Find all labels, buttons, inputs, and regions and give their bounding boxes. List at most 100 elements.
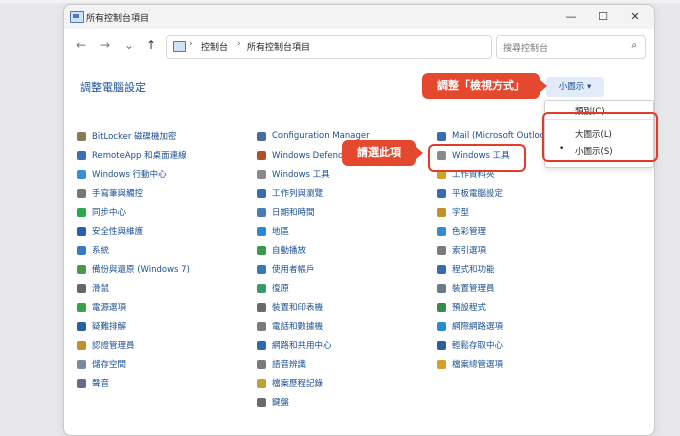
item-label: 預設程式: [452, 303, 487, 313]
item-label: RemoteApp 和桌面連線: [92, 151, 187, 161]
up-button[interactable]: ↑: [142, 35, 160, 55]
clock-icon: [257, 207, 266, 217]
item-label: 網際網路選項: [452, 322, 504, 332]
control-panel-item[interactable]: 程式和功能: [437, 262, 495, 276]
font-icon: [437, 207, 446, 217]
control-panel-item[interactable]: 日期和時間: [257, 205, 315, 219]
region-icon: [257, 226, 266, 236]
control-panel-item[interactable]: 鍵盤: [257, 395, 289, 409]
control-panel-item[interactable]: Mail (Microsoft Outlook): [437, 129, 553, 143]
back-button[interactable]: ←: [72, 35, 90, 55]
control-panel-item[interactable]: Windows 工具: [257, 167, 330, 181]
forward-button[interactable]: →: [96, 35, 114, 55]
control-panel-item[interactable]: 聲音: [77, 376, 109, 390]
control-panel-item[interactable]: 備份與還原 (Windows 7): [77, 262, 190, 276]
sync-icon: [77, 207, 86, 217]
control-panel-item[interactable]: 網路和共用中心: [257, 338, 332, 352]
phone-icon: [257, 321, 266, 331]
callout-view-mode: 調整「檢視方式」: [422, 73, 540, 99]
control-panel-item[interactable]: 檔案總管選項: [437, 357, 503, 371]
item-label: 疑難排解: [92, 322, 127, 332]
item-label: 自動播放: [272, 246, 307, 256]
breadcrumb-separator: ›: [237, 39, 241, 49]
control-panel-item[interactable]: 網際網路選項: [437, 319, 503, 333]
control-panel-item[interactable]: 電話和數據機: [257, 319, 323, 333]
control-panel-item[interactable]: 色彩管理: [437, 224, 486, 238]
minimize-button[interactable]: —: [554, 7, 588, 27]
network-icon: [257, 340, 266, 350]
item-label: 工作列與瀏覽: [272, 189, 324, 199]
control-panel-item[interactable]: 語音辨識: [257, 357, 306, 371]
page-title: 調整電腦設定: [80, 81, 146, 94]
firewall-icon: [257, 150, 266, 160]
search-icon: ⌕: [631, 40, 637, 51]
control-panel-item[interactable]: 輕鬆存取中心: [437, 338, 503, 352]
control-panel-item[interactable]: 地區: [257, 224, 289, 238]
breadcrumb-separator: ›: [189, 39, 193, 49]
explorer-icon: [437, 359, 446, 369]
item-label: 平板電腦設定: [452, 189, 504, 199]
mobility-icon: [77, 169, 86, 179]
control-panel-item[interactable]: 疑難排解: [77, 319, 126, 333]
access-icon: [437, 340, 446, 350]
item-label: 色彩管理: [452, 227, 487, 237]
highlight-icon-size-options: [542, 112, 658, 162]
background-window-edge: [0, 0, 680, 3]
index-icon: [437, 245, 446, 255]
control-panel-item[interactable]: 預設程式: [437, 300, 486, 314]
device-icon: [437, 283, 446, 293]
maximize-button[interactable]: ☐: [586, 7, 620, 27]
breadcrumb-all-items[interactable]: 所有控制台項目: [247, 40, 310, 53]
item-label: 復原: [272, 284, 290, 294]
control-panel-item[interactable]: 平板電腦設定: [437, 186, 503, 200]
item-label: 手寫筆與觸控: [92, 189, 144, 199]
breadcrumb-control-panel[interactable]: 控制台: [201, 40, 228, 53]
recent-locations-button[interactable]: ⌄: [120, 35, 138, 55]
control-panel-item[interactable]: 同步中心: [77, 205, 126, 219]
control-panel-item[interactable]: 儲存空間: [77, 357, 126, 371]
control-panel-item[interactable]: 手寫筆與觸控: [77, 186, 143, 200]
control-panel-item[interactable]: 系統: [77, 243, 109, 257]
power-icon: [77, 302, 86, 312]
item-label: 程式和功能: [452, 265, 495, 275]
window-title: 所有控制台項目: [86, 14, 150, 24]
control-panel-item[interactable]: 滑鼠: [77, 281, 109, 295]
flag-icon: [77, 226, 86, 236]
control-panel-item[interactable]: 電源選項: [77, 300, 126, 314]
title-bar: 所有控制台項目 — ☐ ✕: [64, 5, 654, 29]
control-panel-item[interactable]: 裝置管理員: [437, 281, 495, 295]
search-box[interactable]: 搜尋控制台 ⌕: [496, 35, 646, 59]
item-label: 滑鼠: [92, 284, 110, 294]
control-panel-item[interactable]: 工作列與瀏覽: [257, 186, 323, 200]
close-button[interactable]: ✕: [618, 7, 652, 27]
control-panel-item[interactable]: 安全性與維護: [77, 224, 143, 238]
control-panel-item[interactable]: 裝置和印表機: [257, 300, 323, 314]
programs-icon: [437, 264, 446, 274]
item-label: 語音辨識: [272, 360, 307, 370]
internet-icon: [437, 321, 446, 331]
control-panel-item[interactable]: 復原: [257, 281, 289, 295]
item-label: 電源選項: [92, 303, 127, 313]
item-label: 儲存空間: [92, 360, 127, 370]
control-panel-item[interactable]: 檔案歷程記錄: [257, 376, 323, 390]
printer-icon: [257, 302, 266, 312]
users-icon: [257, 264, 266, 274]
control-panel-item[interactable]: RemoteApp 和桌面連線: [77, 148, 187, 162]
control-panel-item[interactable]: 認證管理員: [77, 338, 135, 352]
autoplay-icon: [257, 245, 266, 255]
item-label: 裝置管理員: [452, 284, 495, 294]
remoteapp-icon: [77, 150, 86, 160]
item-label: 檔案總管選項: [452, 360, 504, 370]
control-panel-item[interactable]: 字型: [437, 205, 469, 219]
mail-icon: [437, 131, 446, 141]
control-panel-item[interactable]: 索引選項: [437, 243, 486, 257]
pen-icon: [77, 188, 86, 198]
address-bar[interactable]: › 控制台 › 所有控制台項目 ⌄ ↻: [166, 35, 584, 59]
control-panel-item[interactable]: BitLocker 磁碟機加密: [77, 129, 177, 143]
history-icon: [257, 378, 266, 388]
item-label: 索引選項: [452, 246, 487, 256]
control-panel-item[interactable]: 使用者帳戶: [257, 262, 315, 276]
view-by-button[interactable]: 小圖示 ▾: [546, 77, 604, 97]
control-panel-item[interactable]: Windows 行動中心: [77, 167, 167, 181]
control-panel-item[interactable]: 自動播放: [257, 243, 306, 257]
